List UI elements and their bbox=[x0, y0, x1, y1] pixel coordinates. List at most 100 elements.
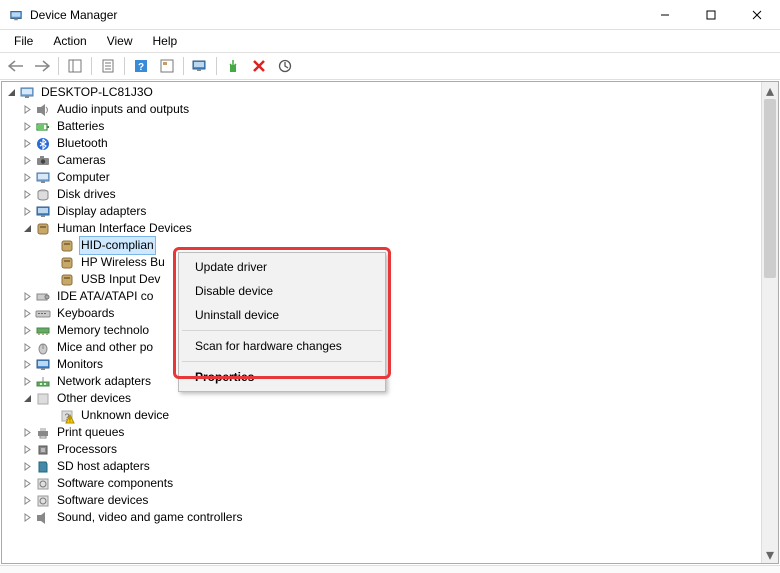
expand-icon[interactable] bbox=[20, 153, 35, 168]
tree-row-memory-technolo[interactable]: Memory technolo bbox=[2, 322, 778, 339]
tree-label[interactable]: Network adapters bbox=[55, 373, 153, 390]
tree-label[interactable]: Unknown device bbox=[79, 407, 171, 424]
tree-row-bluetooth[interactable]: Bluetooth bbox=[2, 135, 778, 152]
tree-label[interactable]: DESKTOP-LC81J3O bbox=[39, 84, 155, 101]
tree-label[interactable]: Software components bbox=[55, 475, 175, 492]
tree-label[interactable]: SD host adapters bbox=[55, 458, 152, 475]
tree-row-usb-input-dev[interactable]: USB Input Dev bbox=[2, 271, 778, 288]
expand-icon[interactable] bbox=[20, 204, 35, 219]
tree-label[interactable]: IDE ATA/ATAPI co bbox=[55, 288, 155, 305]
tree-row-root[interactable]: DESKTOP-LC81J3O bbox=[2, 84, 778, 101]
tree-row-software-devices[interactable]: Software devices bbox=[2, 492, 778, 509]
tree-label[interactable]: Cameras bbox=[55, 152, 108, 169]
tree-row-human-interface-devices[interactable]: Human Interface Devices bbox=[2, 220, 778, 237]
minimize-button[interactable] bbox=[642, 0, 688, 30]
tree-row-computer[interactable]: Computer bbox=[2, 169, 778, 186]
toolbar-forward[interactable] bbox=[30, 54, 54, 78]
tree-row-disk-drives[interactable]: Disk drives bbox=[2, 186, 778, 203]
tree-label[interactable]: Batteries bbox=[55, 118, 106, 135]
device-tree[interactable]: DESKTOP-LC81J3OAudio inputs and outputsB… bbox=[2, 82, 778, 563]
context-scan-hardware[interactable]: Scan for hardware changes bbox=[181, 334, 383, 358]
expand-icon[interactable] bbox=[20, 323, 35, 338]
tree-row-mice-and-other-po[interactable]: Mice and other po bbox=[2, 339, 778, 356]
tree-label[interactable]: Sound, video and game controllers bbox=[55, 509, 244, 526]
expand-icon[interactable] bbox=[20, 425, 35, 440]
tree-label[interactable]: HID-complian bbox=[79, 236, 156, 255]
toolbar-show-hide-tree[interactable] bbox=[63, 54, 87, 78]
expand-icon[interactable] bbox=[20, 102, 35, 117]
tree-label[interactable]: Human Interface Devices bbox=[55, 220, 194, 237]
tree-row-ide-ata-atapi-co[interactable]: IDE ATA/ATAPI co bbox=[2, 288, 778, 305]
context-update-driver[interactable]: Update driver bbox=[181, 255, 383, 279]
toolbar-uninstall[interactable] bbox=[247, 54, 271, 78]
tree-row-other-devices[interactable]: Other devices bbox=[2, 390, 778, 407]
expand-icon[interactable] bbox=[20, 119, 35, 134]
tree-label[interactable]: Processors bbox=[55, 441, 119, 458]
tree-row-cameras[interactable]: Cameras bbox=[2, 152, 778, 169]
tree-row-batteries[interactable]: Batteries bbox=[2, 118, 778, 135]
tree-row-monitors[interactable]: Monitors bbox=[2, 356, 778, 373]
toolbar-properties[interactable] bbox=[96, 54, 120, 78]
tree-label[interactable]: Monitors bbox=[55, 356, 105, 373]
toolbar-back[interactable] bbox=[4, 54, 28, 78]
scroll-track[interactable] bbox=[762, 99, 778, 546]
toolbar-action[interactable] bbox=[155, 54, 179, 78]
tree-row-display-adapters[interactable]: Display adapters bbox=[2, 203, 778, 220]
collapse-icon[interactable] bbox=[4, 85, 19, 100]
expand-icon[interactable] bbox=[20, 442, 35, 457]
tree-row-unknown-device[interactable]: ?!Unknown device bbox=[2, 407, 778, 424]
close-button[interactable] bbox=[734, 0, 780, 30]
expand-icon[interactable] bbox=[20, 136, 35, 151]
expand-icon[interactable] bbox=[20, 187, 35, 202]
expand-icon[interactable] bbox=[20, 306, 35, 321]
toolbar-help[interactable]: ? bbox=[129, 54, 153, 78]
expand-icon[interactable] bbox=[20, 170, 35, 185]
toolbar-update-driver[interactable] bbox=[273, 54, 297, 78]
tree-label[interactable]: Audio inputs and outputs bbox=[55, 101, 191, 118]
menu-action[interactable]: Action bbox=[45, 32, 94, 50]
tree-label[interactable]: Computer bbox=[55, 169, 112, 186]
tree-row-audio-inputs-and-outputs[interactable]: Audio inputs and outputs bbox=[2, 101, 778, 118]
expand-icon[interactable] bbox=[20, 289, 35, 304]
menu-view[interactable]: View bbox=[99, 32, 141, 50]
scroll-down-arrow[interactable]: ▾ bbox=[762, 546, 778, 563]
expand-icon[interactable] bbox=[20, 374, 35, 389]
tree-row-processors[interactable]: Processors bbox=[2, 441, 778, 458]
toolbar-scan-hardware[interactable] bbox=[188, 54, 212, 78]
tree-row-keyboards[interactable]: Keyboards bbox=[2, 305, 778, 322]
tree-label[interactable]: Mice and other po bbox=[55, 339, 155, 356]
tree-row-sound-video-and-game-controllers[interactable]: Sound, video and game controllers bbox=[2, 509, 778, 526]
menu-file[interactable]: File bbox=[6, 32, 41, 50]
expand-icon[interactable] bbox=[20, 340, 35, 355]
tree-label[interactable]: Disk drives bbox=[55, 186, 118, 203]
tree-label[interactable]: Other devices bbox=[55, 390, 133, 407]
expand-icon[interactable] bbox=[20, 493, 35, 508]
context-uninstall-device[interactable]: Uninstall device bbox=[181, 303, 383, 327]
expand-icon[interactable] bbox=[20, 510, 35, 525]
tree-row-hp-wireless-bu[interactable]: HP Wireless Bu bbox=[2, 254, 778, 271]
tree-label[interactable]: Bluetooth bbox=[55, 135, 110, 152]
tree-row-hid-complian[interactable]: HID-complian bbox=[2, 237, 778, 254]
toolbar-enable[interactable] bbox=[221, 54, 245, 78]
context-disable-device[interactable]: Disable device bbox=[181, 279, 383, 303]
vertical-scrollbar[interactable]: ▴ ▾ bbox=[761, 82, 778, 563]
scroll-thumb[interactable] bbox=[764, 99, 776, 278]
collapse-icon[interactable] bbox=[20, 391, 35, 406]
tree-row-sd-host-adapters[interactable]: SD host adapters bbox=[2, 458, 778, 475]
tree-label[interactable]: Software devices bbox=[55, 492, 150, 509]
tree-row-print-queues[interactable]: Print queues bbox=[2, 424, 778, 441]
collapse-icon[interactable] bbox=[20, 221, 35, 236]
tree-label[interactable]: Display adapters bbox=[55, 203, 148, 220]
menu-help[interactable]: Help bbox=[145, 32, 186, 50]
tree-label[interactable]: HP Wireless Bu bbox=[79, 254, 167, 271]
tree-label[interactable]: Print queues bbox=[55, 424, 126, 441]
expand-icon[interactable] bbox=[20, 476, 35, 491]
scroll-up-arrow[interactable]: ▴ bbox=[762, 82, 778, 99]
tree-row-software-components[interactable]: Software components bbox=[2, 475, 778, 492]
expand-icon[interactable] bbox=[20, 357, 35, 372]
tree-label[interactable]: Keyboards bbox=[55, 305, 116, 322]
tree-label[interactable]: USB Input Dev bbox=[79, 271, 162, 288]
tree-label[interactable]: Memory technolo bbox=[55, 322, 151, 339]
expand-icon[interactable] bbox=[20, 459, 35, 474]
tree-row-network-adapters[interactable]: Network adapters bbox=[2, 373, 778, 390]
